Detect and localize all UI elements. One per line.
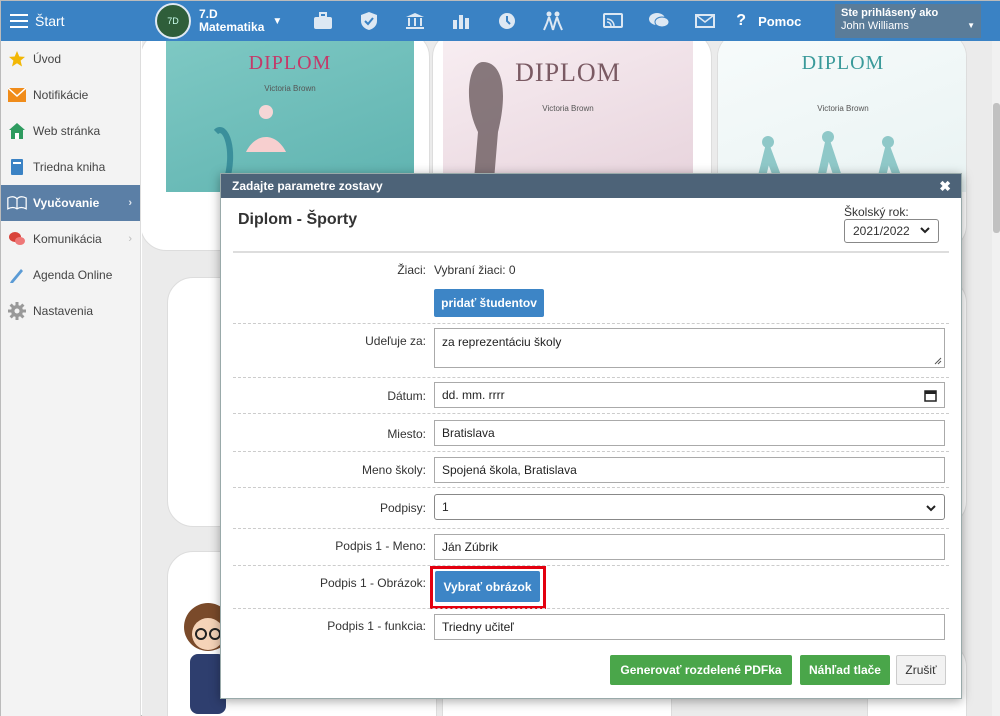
dialog-header: Zadajte parametre zostavy ✖ <box>221 174 961 198</box>
sidebar-item-komunikacia[interactable]: Komunikácia › <box>1 221 140 257</box>
highlight-box <box>430 566 546 609</box>
pen-icon <box>7 265 27 285</box>
school-year-label: Školský rok: <box>844 205 909 219</box>
mail-icon[interactable] <box>682 1 728 41</box>
briefcase-icon[interactable] <box>300 1 346 41</box>
divider <box>233 251 949 253</box>
open-book-icon <box>7 193 27 213</box>
sidebar-item-vyucovanie[interactable]: Vyučovanie › <box>1 185 140 221</box>
divider <box>233 413 949 414</box>
user-menu[interactable]: Ste prihlásený ako John Williams ▼ <box>835 4 981 38</box>
top-bar: Štart 7D 7.D Matematika ▼ ? Pomoc Ste pr… <box>1 1 1000 41</box>
scrollbar-thumb[interactable] <box>993 103 1000 233</box>
place-label: Miesto: <box>387 427 426 441</box>
signature1-name-input[interactable]: Ján Zúbrik <box>434 534 945 560</box>
book-icon <box>7 157 27 177</box>
cast-icon[interactable] <box>590 1 636 41</box>
divider <box>233 487 949 488</box>
place-input[interactable]: Bratislava <box>434 420 945 446</box>
chevron-down-icon <box>926 505 936 512</box>
bank-icon[interactable] <box>392 1 438 41</box>
sidebar-item-triedna-kniha[interactable]: Triedna kniha <box>1 149 140 185</box>
bar-chart-icon[interactable] <box>438 1 484 41</box>
signature1-role-input[interactable]: Triedny učiteľ <box>434 614 945 640</box>
sidebar-item-uvod[interactable]: Úvod <box>1 41 140 77</box>
class-selector[interactable]: 7D 7.D Matematika ▼ <box>155 3 282 39</box>
add-students-button[interactable]: pridať študentov <box>434 289 544 317</box>
signature1-role-label: Podpis 1 - funkcia: <box>327 619 426 633</box>
certificate-title: DIPLOM <box>801 52 885 74</box>
chevron-right-icon: › <box>128 197 132 209</box>
people-walk-icon[interactable] <box>530 1 576 41</box>
star-icon <box>7 49 27 69</box>
students-label: Žiaci: <box>397 263 426 277</box>
dialog-title: Diplom - Športy <box>238 211 358 228</box>
awarded-for-textarea[interactable]: za reprezentáciu školy <box>434 328 945 368</box>
print-preview-button[interactable]: Náhľad tlače <box>800 655 890 685</box>
sidebar-item-agenda-online[interactable]: Agenda Online <box>1 257 140 293</box>
class-avatar: 7D <box>155 3 191 39</box>
school-name-input[interactable]: Spojená škola, Bratislava <box>434 457 945 483</box>
students-value: Vybraní žiaci: 0 <box>434 263 516 277</box>
signature1-image-label: Podpis 1 - Obrázok: <box>319 576 426 590</box>
top-icon-bar <box>300 1 728 41</box>
signatures-select[interactable]: 1 <box>434 494 945 520</box>
help-button[interactable]: ? Pomoc <box>736 12 801 30</box>
date-label: Dátum: <box>387 389 426 403</box>
signature1-name-label: Podpis 1 - Meno: <box>335 539 426 553</box>
cancel-button[interactable]: Zrušiť <box>896 655 946 685</box>
envelope-icon <box>7 85 27 105</box>
page-scrollbar[interactable] <box>992 41 1000 716</box>
shield-icon[interactable] <box>346 1 392 41</box>
resize-handle-icon[interactable] <box>932 355 942 365</box>
school-year-select[interactable]: 2021/2022 <box>844 219 939 243</box>
signatures-label: Podpisy: <box>379 501 426 515</box>
school-name-label: Meno školy: <box>361 463 426 477</box>
generate-pdfs-button[interactable]: Generovať rozdelené PDFka <box>610 655 792 685</box>
certificate-title: DIPLOM <box>248 52 332 74</box>
divider <box>233 528 949 529</box>
divider <box>233 608 949 609</box>
clock-icon[interactable] <box>484 1 530 41</box>
class-subject: Matematika <box>199 20 265 34</box>
certificate-preview: DIPLOM Victoria Brown <box>166 41 414 192</box>
gear-icon <box>7 301 27 321</box>
chevron-right-icon: › <box>128 233 132 245</box>
certificate-preview: DIPLOM Victoria Brown <box>718 41 966 192</box>
divider <box>233 377 949 378</box>
house-icon <box>7 121 27 141</box>
sidebar-item-notifikacie[interactable]: Notifikácie <box>1 77 140 113</box>
chevron-down-icon <box>919 224 931 239</box>
sidebar-item-web-stranka[interactable]: Web stránka <box>1 113 140 149</box>
close-icon[interactable]: ✖ <box>939 178 951 195</box>
caret-down-icon: ▼ <box>967 21 975 30</box>
sidebar-item-nastavenia[interactable]: Nastavenia <box>1 293 140 329</box>
question-icon: ? <box>736 12 747 29</box>
user-name: John Williams <box>841 20 909 32</box>
divider <box>233 323 949 324</box>
chat-icon[interactable] <box>636 1 682 41</box>
caret-down-icon: ▼ <box>272 15 283 27</box>
awarded-for-label: Udeľuje za: <box>365 334 426 348</box>
hamburger-menu-icon[interactable] <box>5 1 33 41</box>
certificate-preview: DIPLOM Victoria Brown <box>443 41 693 192</box>
calendar-icon[interactable] <box>924 389 937 402</box>
certificate-name: Victoria Brown <box>817 104 869 113</box>
date-input[interactable]: dd. mm. rrrr <box>434 382 945 408</box>
start-link[interactable]: Štart <box>35 13 145 29</box>
report-params-dialog: Zadajte parametre zostavy ✖ Diplom - Špo… <box>220 173 962 699</box>
divider <box>233 565 949 566</box>
sidebar: Úvod Notifikácie Web stránka Triedna kni… <box>1 41 141 716</box>
chat-bubbles-icon <box>7 229 27 249</box>
divider <box>233 451 949 452</box>
